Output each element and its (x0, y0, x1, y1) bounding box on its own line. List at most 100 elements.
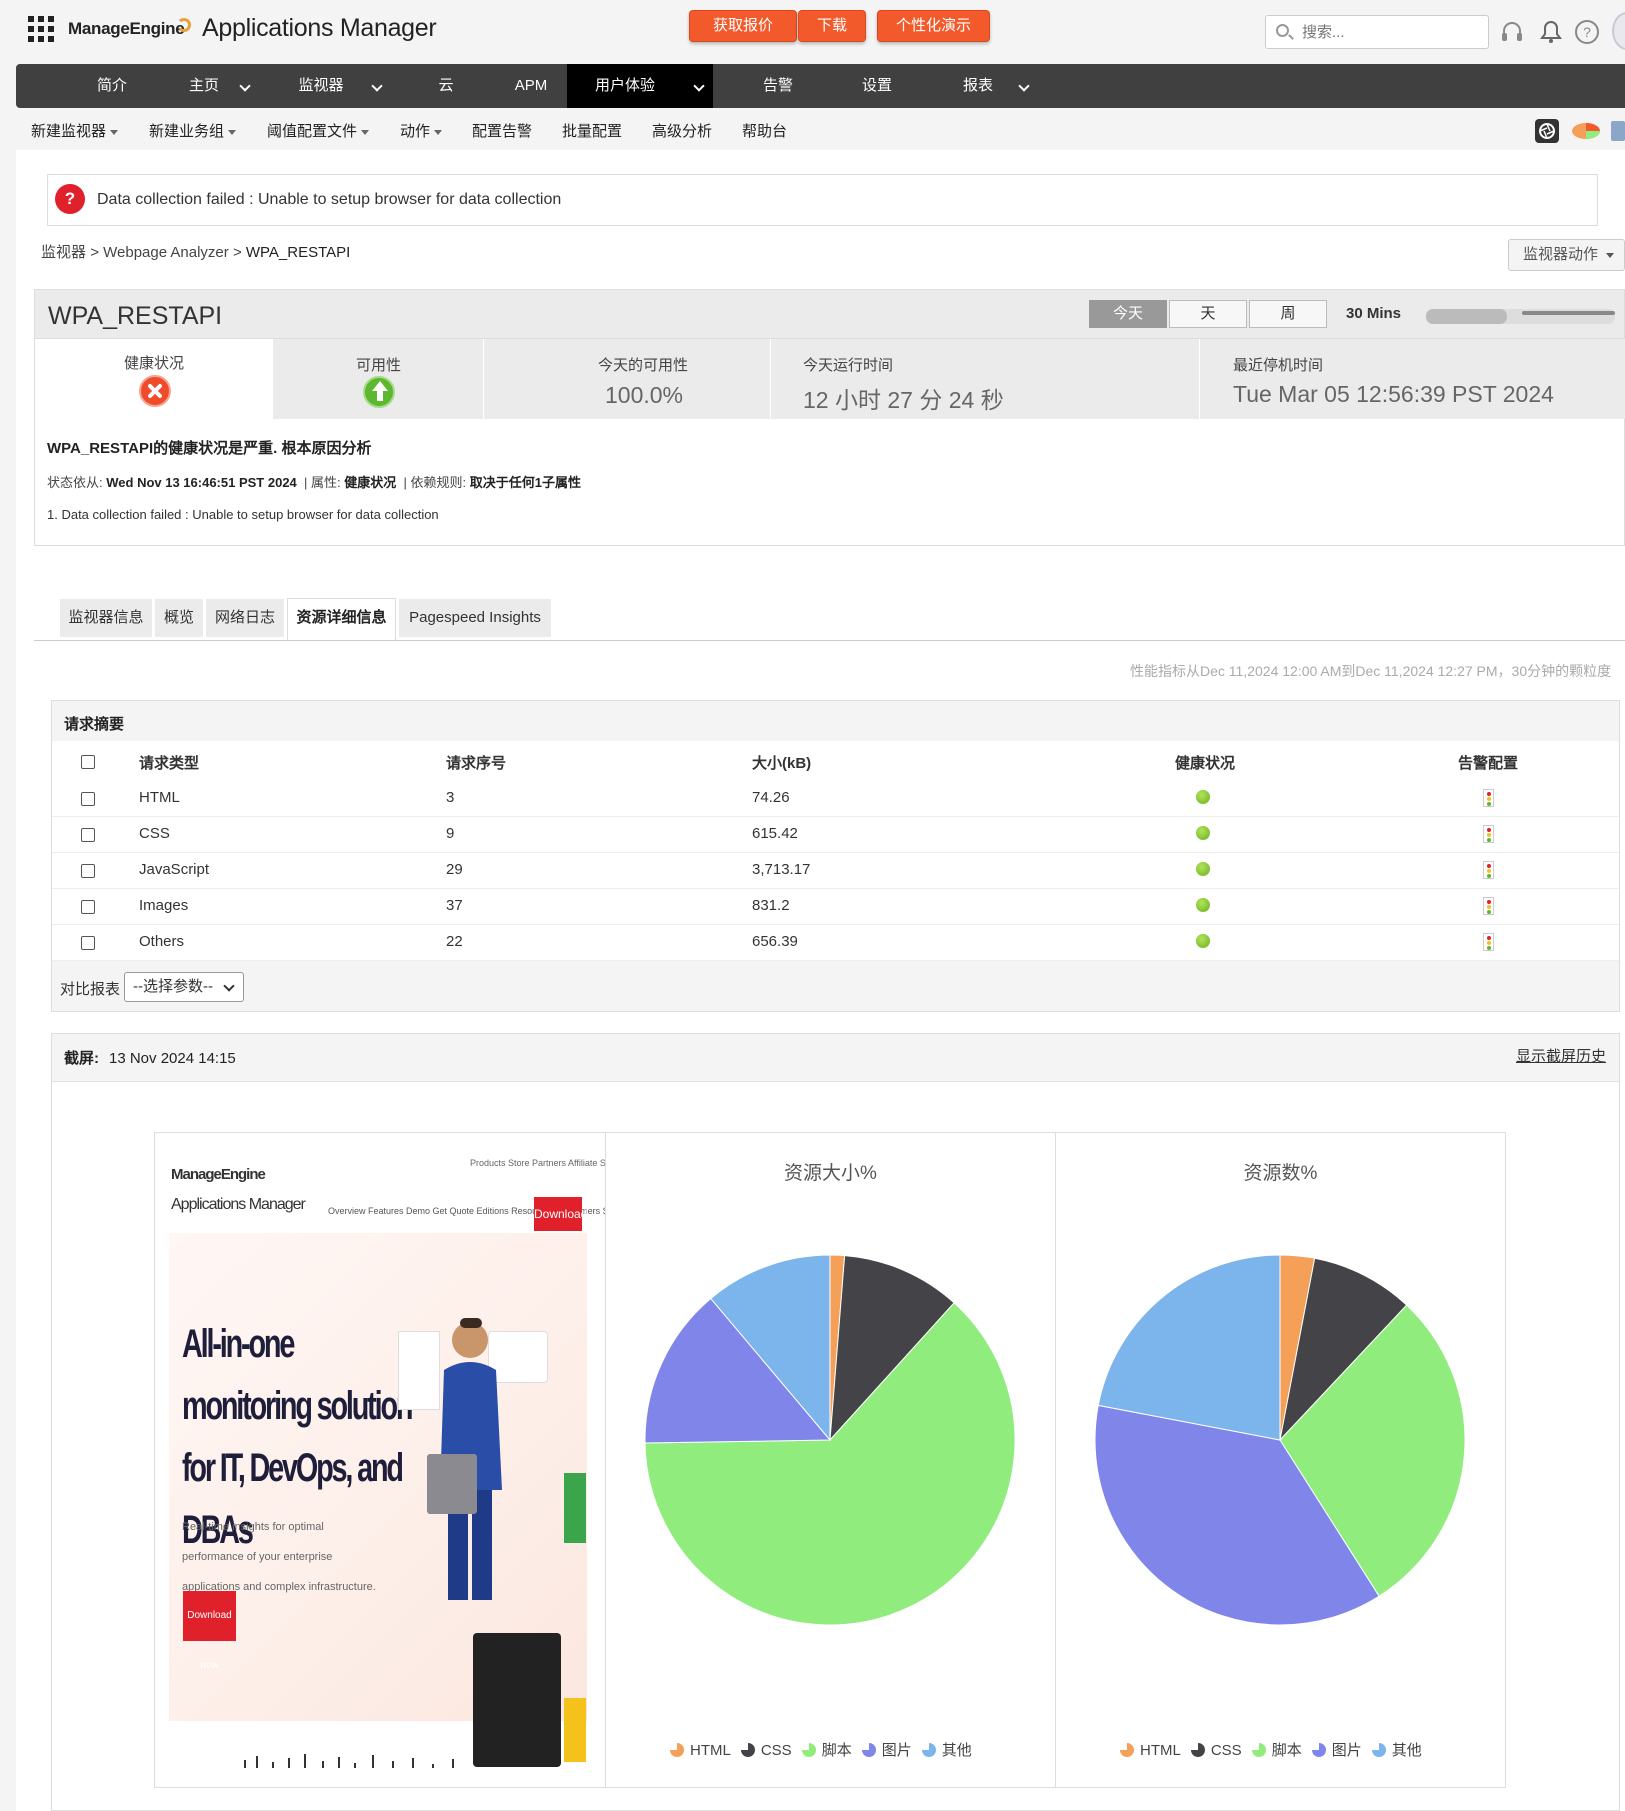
critical-x-icon[interactable] (139, 375, 171, 407)
subnav-configure-alarms[interactable]: 配置告警 (472, 120, 532, 141)
row-checkbox[interactable] (81, 828, 95, 842)
row-checkbox[interactable] (81, 792, 95, 806)
compare-param-select[interactable]: --选择参数-- (124, 972, 244, 1002)
screenshot-label: 截屏: 13 Nov 2024 14:15 (64, 1050, 236, 1067)
subnav-new-monitor[interactable]: 新建监视器 (31, 120, 119, 141)
nav-item-user-experience[interactable]: 用户体验 (567, 64, 713, 108)
thumb-subtext: Real-time insights for optimal performan… (182, 1521, 376, 1593)
rca-title[interactable]: WPA_RESTAPI的健康状况是严重. 根本原因分析 (47, 437, 371, 458)
bell-icon[interactable] (1537, 18, 1565, 46)
range-today-button[interactable]: 今天 (1089, 300, 1167, 328)
legend-pie-icon (1120, 1743, 1134, 1757)
breadcrumb-monitors[interactable]: 监视器 (41, 244, 86, 261)
legend-label: 脚本 (1271, 1742, 1302, 1759)
tab-resource-details[interactable]: 资源详细信息 (287, 598, 396, 640)
screenshot-time: 13 Nov 2024 14:15 (109, 1050, 236, 1067)
personalized-demo-button[interactable]: 个性化演示 (877, 10, 990, 42)
table-row (52, 817, 1619, 853)
error-question-icon: ? (55, 184, 85, 214)
show-screenshot-history-link[interactable]: 显示截屏历史 (1516, 1045, 1606, 1066)
search-input[interactable] (1302, 21, 1482, 43)
rca-status-line: 状态依从: Wed Nov 13 16:46:51 PST 2024 | 属性:… (47, 475, 581, 490)
alarm-config-icon[interactable] (1483, 861, 1494, 879)
col-size: 大小(kB) (752, 755, 812, 772)
alarm-config-icon[interactable] (1483, 789, 1494, 807)
search-box[interactable] (1265, 15, 1489, 49)
error-alert: ? Data collection failed : Unable to set… (47, 174, 1598, 226)
performance-note: 性能指标从Dec 11,2024 12:00 AM到Dec 11,2024 12… (1130, 663, 1612, 679)
alarm-config-icon[interactable] (1483, 933, 1494, 951)
up-arrow-icon[interactable] (363, 376, 395, 408)
health-ok-icon[interactable] (1196, 898, 1210, 912)
legend-item[interactable]: 图片 (1302, 1742, 1362, 1759)
monitor-actions-button[interactable]: 监视器动作 (1508, 239, 1625, 271)
range-week-button[interactable]: 周 (1249, 300, 1327, 328)
slider-fill (1426, 309, 1508, 324)
tab-network-log[interactable]: 网络日志 (206, 599, 284, 637)
size-cell: 615.42 (752, 825, 798, 842)
legend-label: CSS (760, 1742, 792, 1759)
health-ok-icon[interactable] (1196, 790, 1210, 804)
caret-down-icon (110, 129, 119, 135)
caret-down-icon (361, 129, 370, 135)
main-nav: 简介 主页 监视器 云 APM 用户体验 告警 设置 报表 (16, 64, 1625, 108)
legend-item[interactable]: 图片 (852, 1742, 912, 1759)
legend-item[interactable]: 脚本 (792, 1742, 852, 1759)
headset-icon[interactable] (1498, 18, 1526, 46)
rca-message: 1. Data collection failed : Unable to se… (47, 507, 439, 522)
row-checkbox[interactable] (81, 900, 95, 914)
thumb-download-button: Download (534, 1197, 587, 1231)
legend-item[interactable]: 脚本 (1242, 1742, 1302, 1759)
row-checkbox[interactable] (81, 936, 95, 950)
printer-icon[interactable] (1611, 121, 1625, 141)
alarm-config-icon[interactable] (1483, 825, 1494, 843)
legend-item[interactable]: HTML (660, 1742, 731, 1759)
sub-nav: 新建监视器 新建业务组 阈值配置文件 动作 配置告警 批量配置 高级分析 帮助台 (0, 108, 1625, 150)
legend-item[interactable]: 其他 (912, 1742, 972, 1759)
tab-pagespeed-insights[interactable]: Pagespeed Insights (399, 599, 551, 637)
subnav-advanced-analytics[interactable]: 高级分析 (652, 120, 712, 141)
nav-item-monitors[interactable]: 监视器 (256, 64, 386, 108)
subnav-bulk-config[interactable]: 批量配置 (562, 120, 622, 141)
thumb-logo: ManageEngine (171, 1166, 266, 1183)
range-day-button[interactable]: 天 (1169, 300, 1247, 328)
health-ok-icon[interactable] (1196, 826, 1210, 840)
rca-rule: 取决于任何1子属性 (469, 475, 581, 490)
breadcrumb-webpage-analyzer[interactable]: Webpage Analyzer (103, 244, 229, 261)
subnav-new-business-group[interactable]: 新建业务组 (149, 120, 237, 141)
thumb-dark-card (473, 1633, 561, 1767)
request-type-cell: HTML (139, 789, 180, 806)
get-quote-button[interactable]: 获取报价 (689, 10, 797, 42)
product-name: Applications Manager (202, 14, 437, 42)
legend-item[interactable]: 其他 (1362, 1742, 1422, 1759)
subnav-actions[interactable]: 动作 (400, 120, 443, 141)
help-icon[interactable]: ? (1573, 18, 1601, 46)
download-button[interactable]: 下载 (798, 10, 866, 42)
health-ok-icon[interactable] (1196, 934, 1210, 948)
tab-divider (34, 640, 1625, 641)
col-health: 健康状况 (1175, 755, 1236, 772)
legend-item[interactable]: HTML (1110, 1742, 1181, 1759)
breadcrumb-current: WPA_RESTAPI (245, 244, 351, 261)
alarm-config-icon[interactable] (1483, 897, 1494, 915)
thumb-product: Applications Manager (171, 1196, 306, 1213)
request-type-cell: CSS (139, 825, 170, 842)
health-ok-icon[interactable] (1196, 862, 1210, 876)
tab-overview[interactable]: 概览 (155, 599, 203, 637)
subnav-help-desk[interactable]: 帮助台 (742, 120, 787, 141)
legend-pie-icon (1311, 1743, 1326, 1757)
tab-monitor-info[interactable]: 监视器信息 (60, 599, 152, 637)
pie-chart-icon[interactable] (1571, 121, 1601, 141)
row-checkbox[interactable] (81, 864, 95, 878)
legend-item[interactable]: CSS (1181, 1742, 1242, 1759)
subnav-threshold-profile[interactable]: 阈值配置文件 (267, 120, 370, 141)
camera-shutter-icon[interactable] (1535, 119, 1559, 143)
select-all-checkbox[interactable] (81, 755, 95, 769)
request-summary-title: 请求摘要 (64, 716, 125, 733)
legend-item[interactable]: CSS (731, 1742, 792, 1759)
caret-down-icon (228, 129, 237, 135)
app-grid-icon[interactable] (28, 16, 54, 42)
col-request-type: 请求类型 (139, 755, 200, 772)
thumb-chart-card (398, 1331, 440, 1410)
resource-count-chart-title: 资源数% (1243, 1163, 1318, 1184)
